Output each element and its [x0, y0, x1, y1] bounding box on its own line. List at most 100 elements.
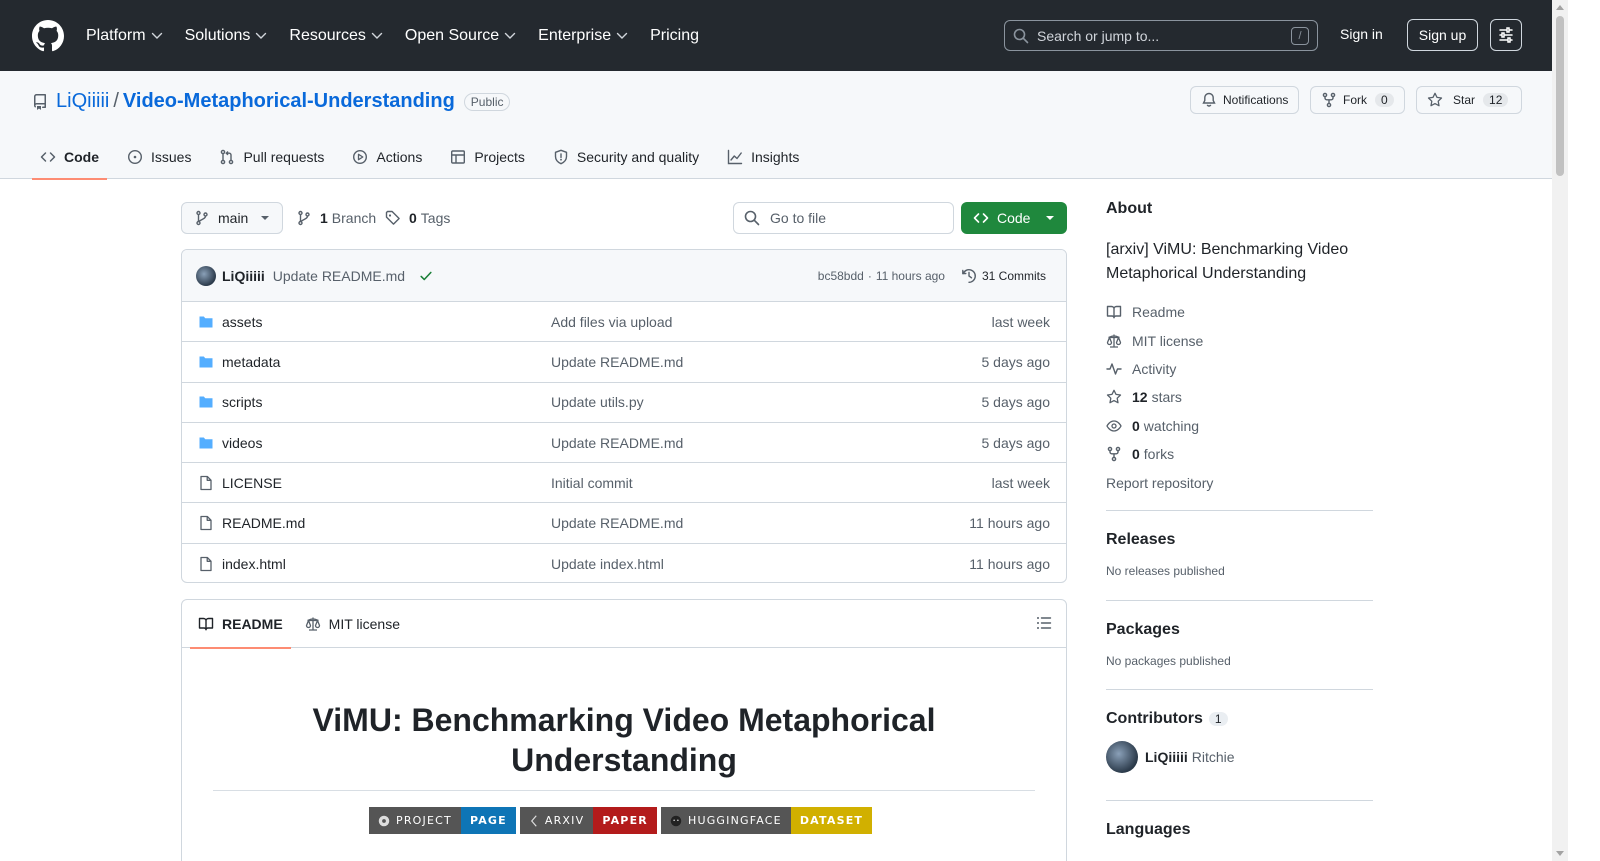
file-commit-time: 5 days ago: [981, 394, 1051, 411]
search-placeholder: Search or jump to...: [1037, 27, 1160, 44]
menu-button[interactable]: [1490, 19, 1522, 51]
readme-tab[interactable]: README: [190, 600, 291, 649]
badge-project-link[interactable]: PROJECT PAGE: [369, 807, 516, 834]
tab-pull-requests[interactable]: Pull requests: [211, 135, 332, 179]
signup-button[interactable]: Sign up: [1407, 19, 1478, 51]
watchers-link[interactable]: 0 watching: [1106, 412, 1373, 440]
notifications-button[interactable]: Notifications: [1190, 86, 1300, 114]
nav-item-pricing[interactable]: Pricing: [650, 27, 699, 45]
file-name-link[interactable]: scripts: [222, 394, 262, 410]
avatar[interactable]: [196, 265, 216, 286]
star-icon: [1106, 390, 1122, 404]
readme-link[interactable]: Readme: [1106, 298, 1373, 326]
activity-link[interactable]: Activity: [1106, 355, 1373, 383]
file-row[interactable]: README.md Update README.md 11 hours ago: [182, 503, 1066, 544]
repo-name-link[interactable]: Video-Metaphorical-Understanding: [123, 90, 455, 113]
file-commit-message-link[interactable]: Add files via upload: [551, 314, 672, 330]
badge-right-text: PAPER: [593, 807, 657, 834]
report-repository-link[interactable]: Report repository: [1106, 468, 1373, 496]
branch-select-button[interactable]: main: [181, 202, 283, 234]
fork-label: Fork: [1343, 93, 1367, 107]
contributor-login[interactable]: LiQiiiii: [1145, 749, 1188, 765]
file-commit-message-link[interactable]: Update utils.py: [551, 394, 644, 410]
file-commit-message-link[interactable]: Update README.md: [551, 515, 683, 531]
badge-right-text: PAGE: [460, 807, 516, 834]
scrollbar-thumb[interactable]: [1556, 16, 1564, 176]
file-row[interactable]: assets Add files via upload last week: [182, 302, 1066, 343]
meta-separator: ·: [867, 269, 872, 283]
file-name-link[interactable]: LICENSE: [222, 475, 282, 491]
nav-item-platform[interactable]: Platform: [86, 27, 163, 45]
file-icon: [198, 556, 214, 572]
tab-insights[interactable]: Insights: [719, 135, 807, 179]
scroll-down-arrow[interactable]: [1556, 851, 1564, 856]
table-icon: [450, 149, 474, 165]
tab-label: Security and quality: [576, 149, 700, 165]
file-name-link[interactable]: metadata: [222, 354, 280, 370]
commit-author-link[interactable]: LiQiiiii: [222, 268, 265, 284]
file-commit-message-link[interactable]: Update README.md: [551, 354, 683, 370]
nav-item-resources[interactable]: Resources: [289, 27, 383, 45]
license-tab[interactable]: MIT license: [297, 600, 408, 648]
star-count: 12: [1483, 93, 1509, 107]
tab-label: Code: [64, 149, 99, 165]
file-name-link[interactable]: videos: [222, 435, 262, 451]
tab-security-and-quality[interactable]: Security and quality: [545, 135, 707, 179]
contributors-title[interactable]: Contributors 1: [1106, 710, 1373, 728]
scroll-up-arrow[interactable]: [1556, 5, 1564, 10]
branches-link[interactable]: 1 Branch: [296, 210, 376, 226]
commits-history-link[interactable]: 31 Commits: [961, 268, 1046, 284]
repo-icon: [33, 93, 46, 110]
license-link[interactable]: MIT license: [1106, 326, 1373, 354]
file-row[interactable]: scripts Update utils.py 5 days ago: [182, 383, 1066, 423]
tab-code[interactable]: Code: [32, 135, 107, 180]
file-row[interactable]: metadata Update README.md 5 days ago: [182, 342, 1066, 383]
code-button[interactable]: Code: [961, 202, 1067, 234]
tags-link[interactable]: 0 Tags: [385, 210, 450, 226]
avatar[interactable]: [1106, 741, 1138, 773]
stars-link[interactable]: 12 stars: [1106, 383, 1373, 411]
packages-title[interactable]: Packages: [1106, 621, 1373, 639]
list-unordered-icon[interactable]: [1036, 615, 1052, 631]
file-commit-message-link[interactable]: Update index.html: [551, 556, 664, 572]
repo-owner-link[interactable]: LiQiiiii: [56, 90, 109, 113]
tab-issues[interactable]: Issues: [119, 135, 199, 179]
visibility-badge: Public: [463, 92, 511, 111]
readme-panel: README MIT license ViMU: Benchmarking Vi…: [181, 599, 1067, 861]
check-icon[interactable]: [419, 269, 433, 283]
file-row[interactable]: LICENSE Initial commit last week: [182, 463, 1066, 504]
file-commit-message-link[interactable]: Initial commit: [551, 475, 633, 491]
file-row[interactable]: index.html Update index.html 11 hours ago: [182, 544, 1066, 582]
badge-huggingface-link[interactable]: HUGGINGFACE DATASET: [660, 807, 873, 834]
watching-label: watching: [1143, 417, 1200, 434]
github-logo-icon[interactable]: [32, 19, 64, 52]
tab-actions[interactable]: Actions: [344, 135, 430, 179]
forks-link[interactable]: 0 forks: [1106, 440, 1373, 468]
file-name-link[interactable]: index.html: [222, 556, 286, 572]
page-scrollbar[interactable]: [1552, 0, 1568, 861]
file-name-link[interactable]: assets: [222, 314, 262, 330]
law-icon: [1106, 334, 1122, 348]
tab-projects[interactable]: Projects: [442, 135, 533, 179]
file-name-link[interactable]: README.md: [222, 515, 305, 531]
file-commit-message-link[interactable]: Update README.md: [551, 435, 683, 451]
releases-title[interactable]: Releases: [1106, 531, 1373, 549]
file-row[interactable]: videos Update README.md 5 days ago: [182, 423, 1066, 464]
global-search-input[interactable]: Search or jump to... /: [1004, 20, 1318, 51]
commit-sha-link[interactable]: bc58bdd: [818, 269, 864, 283]
nav-item-open-source[interactable]: Open Source: [405, 27, 516, 45]
badge-arxiv-link[interactable]: ARXIV PAPER: [519, 807, 657, 834]
readme-heading: ViMU: Benchmarking Video Metaphorical Un…: [182, 700, 1066, 780]
commit-message-link[interactable]: Update README.md: [273, 268, 405, 284]
fork-button[interactable]: Fork 0: [1310, 86, 1405, 114]
nav-item-enterprise[interactable]: Enterprise: [538, 27, 628, 45]
star-button[interactable]: Star 12: [1416, 86, 1522, 114]
go-to-file-input[interactable]: Go to file: [733, 202, 954, 234]
contributor-item[interactable]: LiQiiiii Ritchie: [1106, 741, 1373, 773]
badge-right-text: DATASET: [790, 807, 873, 834]
nav-item-solutions[interactable]: Solutions: [185, 27, 268, 45]
about-title: About: [1106, 200, 1153, 217]
graph-icon: [727, 149, 751, 165]
folder-icon: [198, 394, 214, 410]
signin-link[interactable]: Sign in: [1340, 26, 1383, 42]
